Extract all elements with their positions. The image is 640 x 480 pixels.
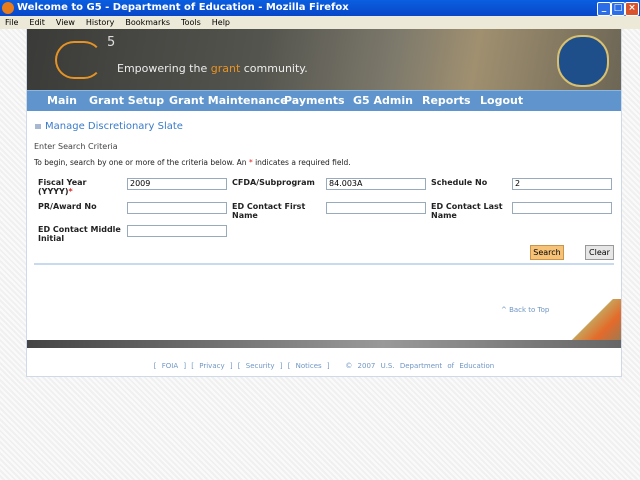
fiscal-year-input[interactable] bbox=[127, 178, 227, 190]
logo-sup: 5 bbox=[107, 35, 116, 50]
section-title: Enter Search Criteria bbox=[34, 142, 118, 151]
nav-grant-setup[interactable]: Grant Setup bbox=[89, 94, 164, 107]
nav-main[interactable]: Main bbox=[47, 94, 77, 107]
back-to-top-link[interactable]: ^ Back to Top bbox=[501, 306, 549, 314]
menu-tools[interactable]: Tools bbox=[181, 18, 201, 27]
tagline-post: community. bbox=[240, 62, 308, 75]
footer: [ FOIA ] [ Privacy ] [ Security ] [ Noti… bbox=[26, 348, 622, 377]
cfda-input[interactable] bbox=[326, 178, 426, 190]
close-button[interactable]: × bbox=[625, 2, 639, 16]
menu-history[interactable]: History bbox=[86, 18, 114, 27]
intro-text: To begin, search by one or more of the c… bbox=[34, 158, 351, 167]
security-link[interactable]: Security bbox=[246, 362, 275, 370]
nav-grant-maintenance[interactable]: Grant Maintenance bbox=[169, 94, 288, 107]
menu-help[interactable]: Help bbox=[212, 18, 230, 27]
divider bbox=[34, 263, 614, 265]
tagline: Empowering the grant community. bbox=[117, 62, 308, 75]
maximize-button[interactable]: □ bbox=[611, 2, 625, 16]
g5-logo bbox=[55, 41, 103, 79]
search-button[interactable]: Search bbox=[530, 245, 564, 260]
title-bar: Welcome to G5 - Department of Education … bbox=[0, 0, 640, 16]
last-name-label: ED Contact Last Name bbox=[431, 202, 503, 220]
foia-link[interactable]: FOIA bbox=[162, 362, 178, 370]
menu-file[interactable]: File bbox=[5, 18, 18, 27]
last-name-input[interactable] bbox=[512, 202, 612, 214]
pr-award-input[interactable] bbox=[127, 202, 227, 214]
window-title: Welcome to G5 - Department of Education … bbox=[17, 2, 349, 13]
minimize-button[interactable]: _ bbox=[597, 2, 611, 16]
menu-edit[interactable]: Edit bbox=[29, 18, 45, 27]
content: 5 Empowering the grant community. Main G… bbox=[26, 29, 622, 377]
list-icon bbox=[35, 124, 41, 129]
firefox-icon bbox=[2, 2, 14, 14]
clear-button[interactable]: Clear bbox=[585, 245, 614, 260]
nav-logout[interactable]: Logout bbox=[480, 94, 523, 107]
cfda-label: CFDA/Subprogram bbox=[232, 178, 315, 187]
middle-initial-input[interactable] bbox=[127, 225, 227, 237]
page-title-text: Manage Discretionary Slate bbox=[45, 121, 183, 132]
privacy-link[interactable]: Privacy bbox=[199, 362, 224, 370]
middle-initial-label: ED Contact Middle Initial bbox=[38, 225, 121, 243]
nav-reports[interactable]: Reports bbox=[422, 94, 471, 107]
schedule-label: Schedule No bbox=[431, 178, 488, 187]
required-star: * bbox=[68, 187, 73, 196]
pr-award-label: PR/Award No bbox=[38, 202, 97, 211]
menu-view[interactable]: View bbox=[56, 18, 75, 27]
tagline-pre: Empowering the bbox=[117, 62, 211, 75]
copyright: © 2007 U.S. Department of Education bbox=[345, 362, 495, 370]
menu-bar: FileEditViewHistoryBookmarksToolsHelp ⚙ bbox=[0, 16, 640, 44]
menu-bookmarks[interactable]: Bookmarks bbox=[125, 18, 170, 27]
page-title: Manage Discretionary Slate bbox=[35, 121, 183, 132]
nav-payments[interactable]: Payments bbox=[284, 94, 345, 107]
intro-pre: To begin, search by one or more of the c… bbox=[34, 158, 249, 167]
intro-post: indicates a required field. bbox=[252, 158, 351, 167]
fiscal-year-label-text: Fiscal Year (YYYY) bbox=[38, 178, 87, 196]
main-nav: Main Grant Setup Grant Maintenance Payme… bbox=[27, 90, 621, 111]
classroom-image bbox=[571, 299, 621, 341]
tagline-accent: grant bbox=[210, 62, 241, 75]
nav-g5-admin[interactable]: G5 Admin bbox=[353, 94, 413, 107]
first-name-label: ED Contact First Name bbox=[232, 202, 306, 220]
fiscal-year-label: Fiscal Year (YYYY)* bbox=[38, 178, 118, 196]
first-name-input[interactable] bbox=[326, 202, 426, 214]
banner: 5 Empowering the grant community. bbox=[27, 29, 621, 90]
notices-link[interactable]: Notices bbox=[296, 362, 322, 370]
page: 5 Empowering the grant community. Main G… bbox=[0, 29, 640, 480]
schedule-input[interactable] bbox=[512, 178, 612, 190]
department-seal bbox=[557, 35, 609, 87]
